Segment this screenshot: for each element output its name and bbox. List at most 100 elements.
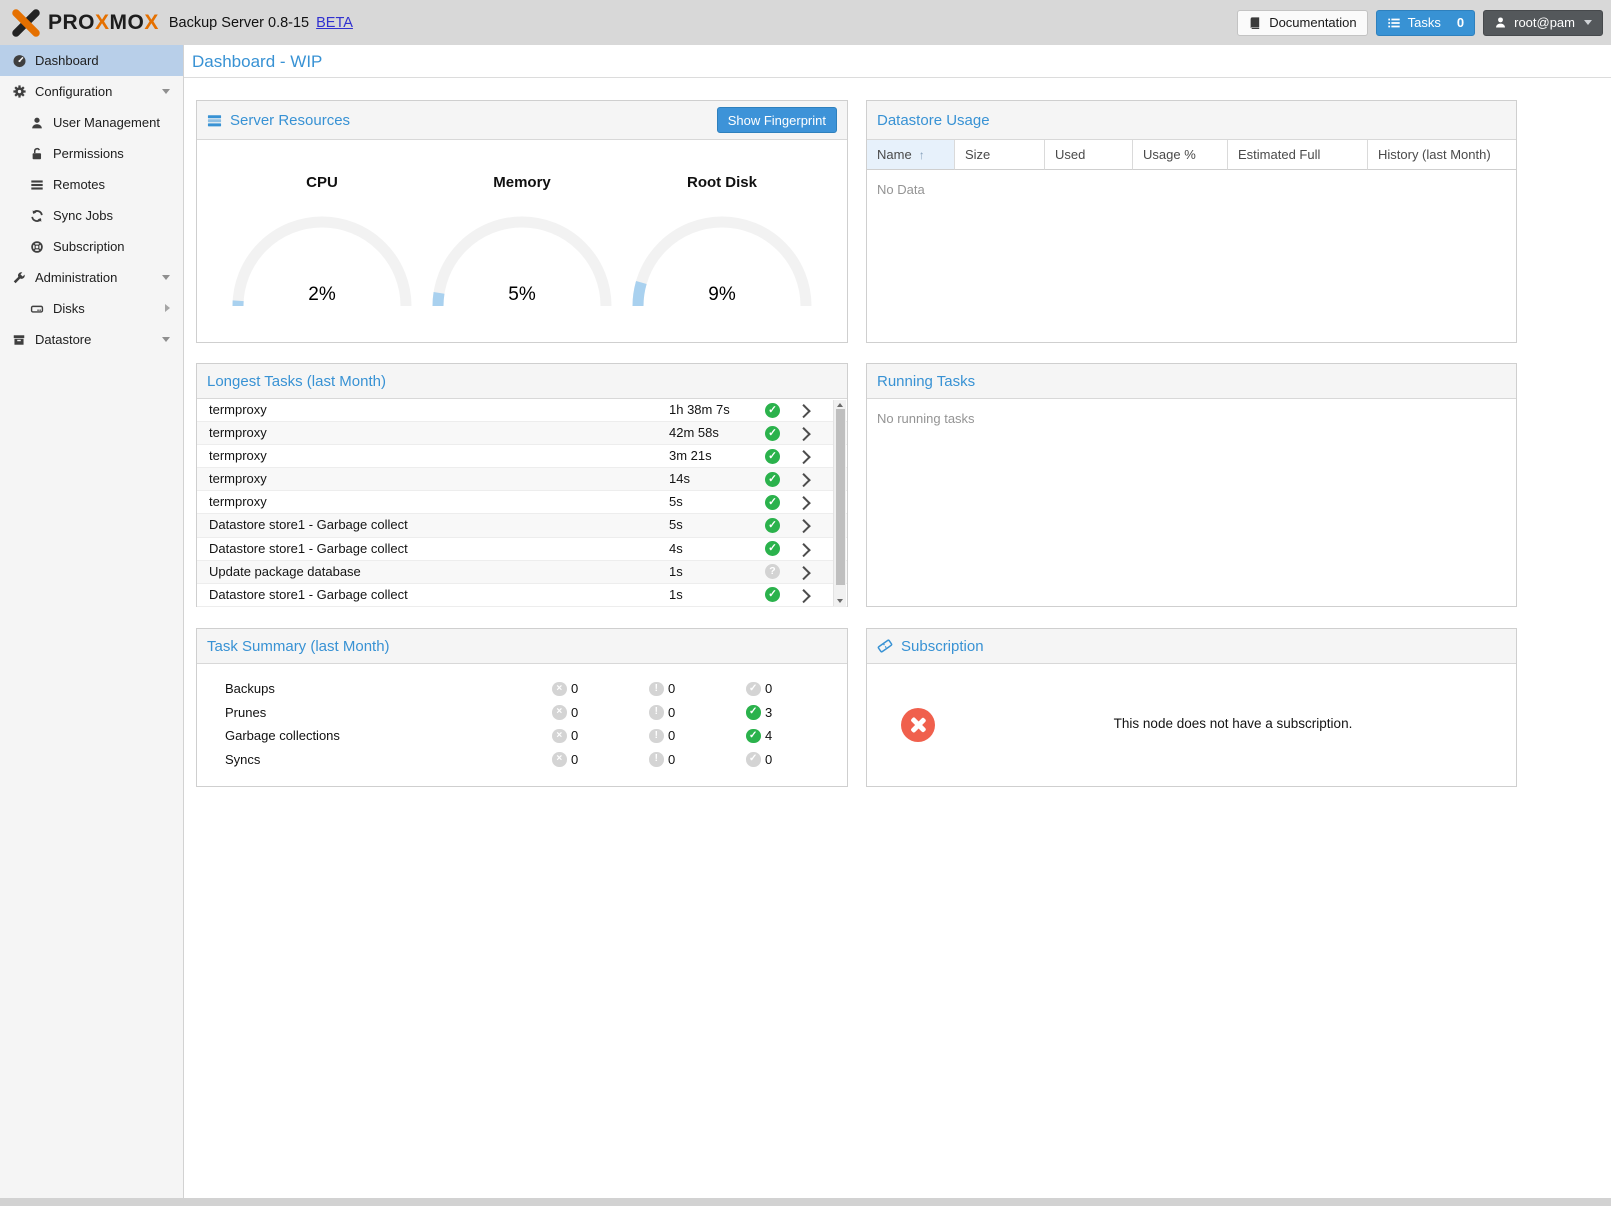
summary-label: Prunes <box>225 701 266 725</box>
datastore-usage-title: Datastore Usage <box>877 112 990 129</box>
error-count: 0 <box>571 724 578 748</box>
chevron-right-icon[interactable] <box>797 427 810 440</box>
task-name: termproxy <box>209 468 267 490</box>
sidebar-item-disks[interactable]: Disks <box>0 293 183 324</box>
column-header-estimated-full[interactable]: Estimated Full <box>1228 140 1368 170</box>
chevron-right-icon[interactable] <box>797 543 810 556</box>
ok-count: 0 <box>765 748 772 772</box>
tasks-label: Tasks <box>1408 15 1441 30</box>
error-count-icon: × <box>552 729 567 744</box>
subscription-header: Subscription <box>867 629 1516 664</box>
sidebar-item-user-management[interactable]: User Management <box>0 107 183 138</box>
sidebar-item-label: User Management <box>53 107 160 138</box>
column-header-name[interactable]: Name↑ <box>867 140 955 170</box>
sync-icon <box>28 209 46 223</box>
task-name: Update package database <box>209 561 361 583</box>
summary-row-prunes: Prunes×0!0✓3 <box>197 701 847 725</box>
task-name: Datastore store1 - Garbage collect <box>209 584 408 606</box>
task-duration: 42m 58s <box>669 422 719 444</box>
task-row[interactable]: Datastore store1 - Garbage collect5s✓ <box>197 514 847 537</box>
running-tasks-empty-text: No running tasks <box>867 399 1516 438</box>
proxmox-logo-icon <box>10 8 42 38</box>
sidebar-item-permissions[interactable]: Permissions <box>0 138 183 169</box>
ok-status-icon: ✓ <box>765 587 780 602</box>
task-summary-header: Task Summary (last Month) <box>197 629 847 664</box>
chevron-right-icon[interactable] <box>797 450 810 463</box>
sidebar: DashboardConfigurationUser ManagementPer… <box>0 45 184 1198</box>
warning-count: 0 <box>668 748 675 772</box>
chevron-right-icon[interactable] <box>797 566 810 579</box>
scroll-down-icon[interactable] <box>837 599 843 603</box>
book-icon <box>1248 16 1262 30</box>
longest-tasks-title: Longest Tasks (last Month) <box>207 373 386 390</box>
server-bars-icon <box>207 113 222 128</box>
datastore-table-header: Name↑SizeUsedUsage %Estimated FullHistor… <box>867 140 1516 170</box>
sidebar-item-datastore[interactable]: Datastore <box>0 324 183 355</box>
task-row[interactable]: termproxy42m 58s✓ <box>197 422 847 445</box>
gauge-title: Memory <box>427 174 617 192</box>
chevron-right-icon[interactable] <box>797 404 810 417</box>
scrollbar[interactable] <box>833 400 846 606</box>
subscription-body: This node does not have a subscription. <box>867 664 1516 787</box>
sidebar-item-label: Subscription <box>53 231 125 262</box>
window-bottom-edge <box>0 1198 1611 1206</box>
column-header-size[interactable]: Size <box>955 140 1045 170</box>
user-menu-button[interactable]: root@pam <box>1483 10 1603 36</box>
column-header-history-last-month[interactable]: History (last Month) <box>1368 140 1516 170</box>
beta-link[interactable]: BETA <box>316 15 353 31</box>
subscription-message: This node does not have a subscription. <box>962 716 1504 731</box>
column-header-usage[interactable]: Usage % <box>1133 140 1228 170</box>
show-fingerprint-button[interactable]: Show Fingerprint <box>717 107 837 133</box>
ok-count: 4 <box>765 724 772 748</box>
task-row[interactable]: Update package database1s? <box>197 561 847 584</box>
ok-status-icon: ✓ <box>765 518 780 533</box>
warning-count: 0 <box>668 701 675 725</box>
warning-count-icon: ! <box>649 705 664 720</box>
sidebar-item-subscription[interactable]: Subscription <box>0 231 183 262</box>
task-row[interactable]: termproxy5s✓ <box>197 491 847 514</box>
sidebar-item-configuration[interactable]: Configuration <box>0 76 183 107</box>
longest-tasks-header: Longest Tasks (last Month) <box>197 364 847 399</box>
ok-count-icon: ✓ <box>746 729 761 744</box>
page-title: Dashboard - WIP <box>184 45 1611 78</box>
documentation-label: Documentation <box>1269 15 1356 30</box>
documentation-button[interactable]: Documentation <box>1237 10 1367 36</box>
sidebar-item-sync-jobs[interactable]: Sync Jobs <box>0 200 183 231</box>
task-row[interactable]: Datastore store1 - Garbage collect1s✓ <box>197 584 847 607</box>
summary-label: Syncs <box>225 748 260 772</box>
unlock-icon <box>28 147 46 161</box>
gauge-value: 9% <box>627 284 817 306</box>
datastore-usage-panel: Datastore Usage Name↑SizeUsedUsage %Esti… <box>866 100 1517 343</box>
warning-count-icon: ! <box>649 729 664 744</box>
task-row[interactable]: termproxy1h 38m 7s✓ <box>197 399 847 422</box>
column-header-used[interactable]: Used <box>1045 140 1133 170</box>
longest-tasks-panel: Longest Tasks (last Month) termproxy1h 3… <box>196 363 848 607</box>
no-subscription-icon <box>901 708 935 742</box>
summary-row-garbage-collections: Garbage collections×0!0✓4 <box>197 724 847 748</box>
task-row[interactable]: Datastore store1 - Garbage collect4s✓ <box>197 538 847 561</box>
chevron-right-icon[interactable] <box>797 589 810 602</box>
server-resources-panel: Server Resources Show Fingerprint CPU2%M… <box>196 100 848 343</box>
task-name: termproxy <box>209 422 267 444</box>
datastore-empty-text: No Data <box>867 170 1516 209</box>
task-row[interactable]: termproxy3m 21s✓ <box>197 445 847 468</box>
scrollbar-thumb[interactable] <box>836 409 845 585</box>
chevron-right-icon[interactable] <box>797 473 810 486</box>
sidebar-item-dashboard[interactable]: Dashboard <box>0 45 183 76</box>
sidebar-item-label: Permissions <box>53 138 124 169</box>
tasks-button[interactable]: Tasks 0 <box>1376 10 1475 36</box>
chevron-right-icon[interactable] <box>797 496 810 509</box>
chevron-down-icon <box>162 89 170 94</box>
ticket-icon <box>877 638 893 654</box>
unknown-status-icon: ? <box>765 564 780 579</box>
summary-label: Garbage collections <box>225 724 340 748</box>
sidebar-item-administration[interactable]: Administration <box>0 262 183 293</box>
sidebar-item-label: Administration <box>35 262 117 293</box>
scroll-up-icon[interactable] <box>837 403 843 407</box>
chevron-right-icon[interactable] <box>797 520 810 533</box>
task-row[interactable]: termproxy14s✓ <box>197 468 847 491</box>
gauge-memory: Memory5% <box>427 174 617 312</box>
task-duration: 4s <box>669 538 683 560</box>
sidebar-item-remotes[interactable]: Remotes <box>0 169 183 200</box>
task-list-icon <box>1387 16 1401 30</box>
